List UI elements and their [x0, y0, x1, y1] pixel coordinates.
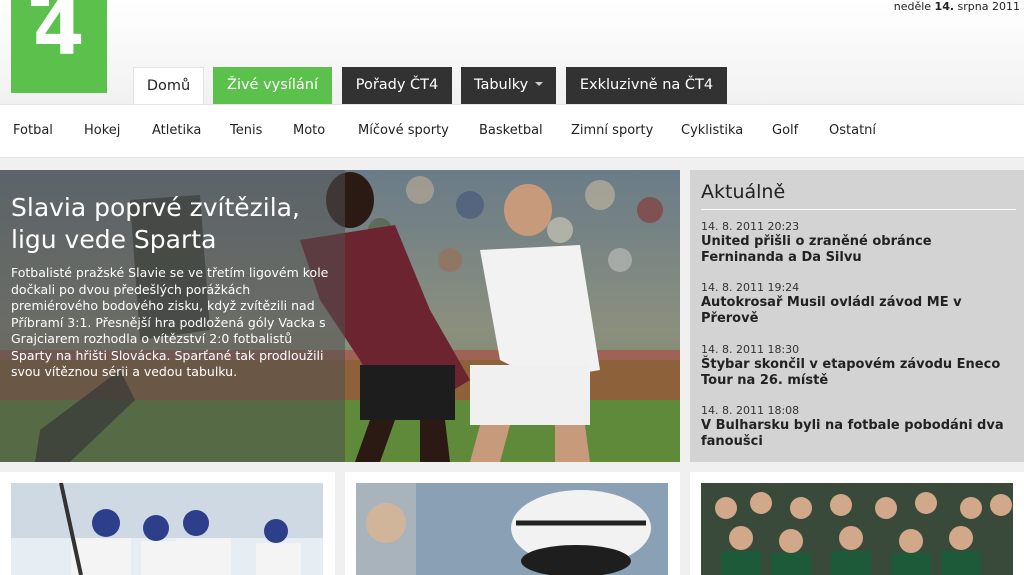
article-card-team[interactable]	[690, 472, 1024, 575]
hero-title[interactable]: Slavia poprvé zvítězila, ligu vede Spart…	[11, 192, 341, 256]
subnav-item-zimni-sporty[interactable]: Zimní sporty	[571, 123, 653, 138]
news-panel: Aktuálně 14. 8. 2011 20:23 United přišli…	[690, 170, 1024, 462]
hero-article[interactable]: Slavia poprvé zvítězila, ligu vede Spart…	[0, 170, 680, 462]
news-item[interactable]: 14. 8. 2011 20:23 United přišli o zraněn…	[701, 220, 1017, 266]
hero-perex: Fotbalisté pražské Slavie se ve třetím l…	[11, 265, 329, 379]
date-day: neděle	[893, 0, 932, 13]
chevron-down-icon	[535, 82, 544, 86]
hockey-photo	[11, 483, 323, 575]
cycling-photo	[356, 483, 668, 575]
news-timestamp: 14. 8. 2011 20:23	[701, 220, 800, 233]
logo-number: 4	[33, 0, 85, 72]
news-headline[interactable]: V Bulharsku byli na fotbale pobodáni dva…	[701, 418, 1017, 450]
news-item[interactable]: 14. 8. 2011 18:30 Štybar skončil v etapo…	[701, 343, 1017, 389]
subnav-item-tenis[interactable]: Tenis	[230, 123, 262, 138]
subnav-item-fotbal[interactable]: Fotbal	[13, 123, 53, 138]
team-photo	[701, 483, 1013, 575]
tab-exclusive[interactable]: Exkluzivně na ČT4	[566, 67, 727, 104]
news-headline[interactable]: Štybar skončil v etapovém závodu Eneco T…	[701, 357, 1017, 389]
current-date: neděle 14. srpna 2011	[894, 0, 1020, 13]
subnav-item-atletika[interactable]: Atletika	[152, 123, 201, 138]
subnav-item-golf[interactable]: Golf	[772, 123, 798, 138]
news-timestamp: 14. 8. 2011 18:30	[701, 343, 800, 356]
news-headline[interactable]: United přišli o zraněné obránce Ferninan…	[701, 234, 1017, 266]
tab-live-broadcast[interactable]: Živé vysílání	[213, 67, 332, 104]
article-card-cycling[interactable]	[345, 472, 680, 575]
news-item[interactable]: 14. 8. 2011 19:24 Autokrosař Musil ovlád…	[701, 281, 1017, 327]
news-item[interactable]: 14. 8. 2011 18:08 V Bulharsku byli na fo…	[701, 404, 1017, 450]
subnav-item-cyklistika[interactable]: Cyklistika	[681, 123, 743, 138]
subnav-item-micove-sporty[interactable]: Míčové sporty	[358, 123, 449, 138]
tab-home[interactable]: Domů	[133, 67, 204, 104]
tab-tables[interactable]: Tabulky	[461, 67, 556, 104]
article-card-hockey[interactable]	[0, 472, 335, 575]
ct4-logo[interactable]: 4	[11, 0, 107, 93]
news-timestamp: 14. 8. 2011 18:08	[701, 404, 800, 417]
subnav-item-ostatni[interactable]: Ostatní	[829, 123, 876, 138]
header: 4 neděle 14. srpna 2011 Domů Živé vysílá…	[0, 0, 1024, 104]
tab-tables-label: Tabulky	[474, 77, 529, 93]
date-month-year: srpna 2011	[957, 0, 1020, 13]
date-number: 14.	[934, 0, 955, 13]
news-headline[interactable]: Autokrosař Musil ovládl závod ME v Přero…	[701, 295, 1017, 327]
tab-programs[interactable]: Pořady ČT4	[342, 67, 452, 104]
sport-category-nav: Fotbal Hokej Atletika Tenis Moto Míčové …	[0, 104, 1024, 158]
news-divider	[701, 209, 1016, 210]
subnav-item-moto[interactable]: Moto	[293, 123, 325, 138]
subnav-item-hokej[interactable]: Hokej	[84, 123, 120, 138]
subnav-item-basketbal[interactable]: Basketbal	[479, 123, 543, 138]
news-timestamp: 14. 8. 2011 19:24	[701, 281, 800, 294]
news-heading: Aktuálně	[701, 181, 786, 203]
